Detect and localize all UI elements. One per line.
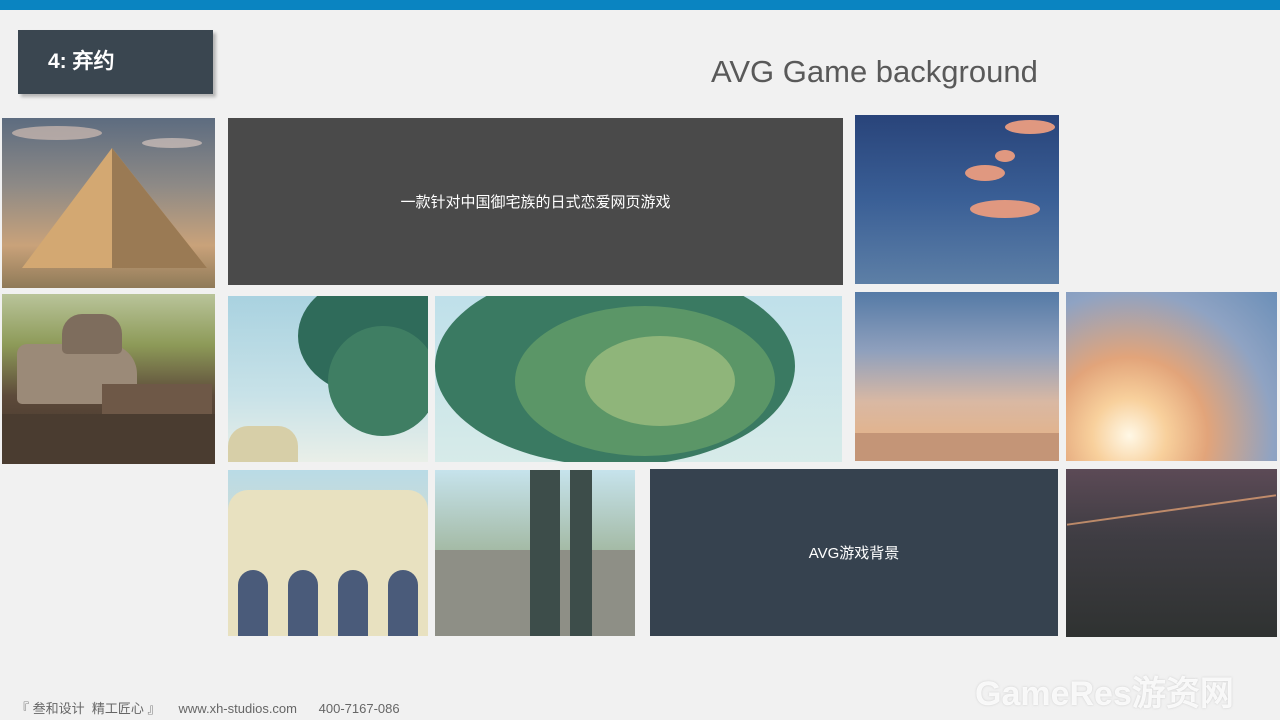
top-accent-bar [0, 0, 1280, 10]
pyramid-image [2, 118, 215, 288]
sunset-sky-image [1066, 292, 1277, 461]
page-title: AVG Game background [711, 54, 1038, 89]
footer-text: 『 叁和设计 精工匠心 』 www.xh-studios.com 400-716… [16, 701, 400, 716]
caption-text: AVG游戏背景 [808, 545, 900, 562]
sphinx-image [2, 294, 215, 464]
tree-image-left [228, 296, 428, 462]
dusk-sky-image [855, 292, 1059, 461]
cloister-image-left [228, 470, 428, 636]
cloister-image-right [435, 470, 635, 636]
description-tile: 一款针对中国御宅族的日式恋爱网页游戏 [228, 118, 843, 285]
watermark: GameRes游资网 [975, 675, 1234, 713]
description-text: 一款针对中国御宅族的日式恋爱网页游戏 [400, 194, 671, 211]
section-title: 4: 弃约 [18, 30, 213, 94]
night-landscape-image [1066, 469, 1277, 637]
tree-image-right [435, 296, 842, 462]
caption-tile: AVG游戏背景 [650, 469, 1058, 636]
blue-sky-image [855, 115, 1059, 284]
